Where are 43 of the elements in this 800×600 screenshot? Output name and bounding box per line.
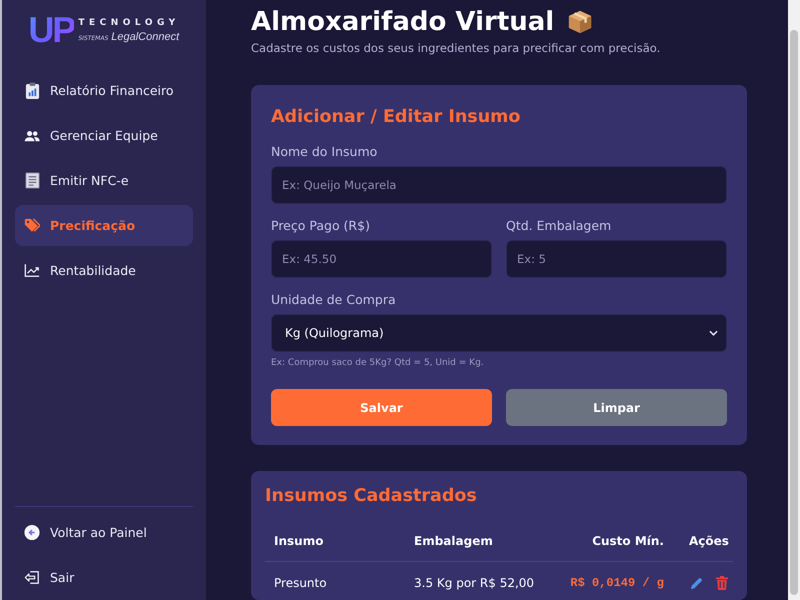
users-icon bbox=[24, 130, 40, 142]
pencil-icon bbox=[690, 576, 703, 590]
column-header: Ações bbox=[688, 533, 730, 550]
document-icon bbox=[24, 172, 40, 189]
section-title: Adicionar / Editar Insumo bbox=[271, 106, 522, 128]
clear-button[interactable]: Limpar bbox=[506, 389, 727, 426]
field-label: Qtd. Embalagem bbox=[506, 218, 612, 234]
chevron-down-icon bbox=[709, 330, 718, 336]
clipboard-chart-icon bbox=[24, 82, 40, 99]
sidebar-item[interactable]: Rentabilidade bbox=[15, 250, 193, 291]
delete-button[interactable] bbox=[716, 576, 728, 590]
sidebar-item[interactable]: Voltar ao Painel bbox=[15, 512, 193, 553]
tag-icon bbox=[24, 217, 40, 234]
page-title: Almoxarifado Virtual bbox=[251, 6, 554, 38]
sidebar-item[interactable]: Emitir NFC-e bbox=[15, 160, 193, 201]
table-cell-text: Presunto bbox=[273, 575, 328, 592]
hint-text: Ex: Comprou saco de 5Kg? Qtd = 5, Unid = Kg. bbox=[271, 357, 485, 370]
trash-icon bbox=[716, 576, 728, 590]
input-field[interactable]: Ex: Queijo Muçarela bbox=[271, 166, 727, 204]
box-icon bbox=[567, 9, 594, 35]
scrollbar-thumb[interactable] bbox=[790, 30, 798, 595]
column-header: Insumo bbox=[273, 533, 324, 550]
page-subtitle: Cadastre os custos dos seus ingredientes para precificar com precisão. bbox=[251, 40, 662, 56]
edit-button[interactable] bbox=[690, 576, 703, 590]
exit-icon bbox=[24, 570, 40, 585]
input-field[interactable]: Ex: 5 bbox=[506, 240, 727, 278]
sidebar-item[interactable]: Relatório Financeiro bbox=[15, 70, 193, 111]
table-cell-text: R$ 0,0149 / g bbox=[569, 575, 665, 592]
section-title: Insumos Cadastrados bbox=[265, 485, 478, 507]
column-header: Custo Mín. bbox=[591, 533, 665, 550]
line-chart-icon bbox=[24, 263, 40, 278]
field-label: Preço Pago (R$) bbox=[271, 218, 371, 234]
sidebar-item[interactable]: Gerenciar Equipe bbox=[15, 115, 193, 156]
field-label: Nome do Insumo bbox=[271, 144, 378, 160]
logo-name: TECNOLOGY bbox=[78, 18, 180, 28]
logo-product: LegalConnect bbox=[111, 30, 180, 42]
select-field[interactable]: Kg (Quilograma) bbox=[271, 314, 727, 352]
field-label: Unidade de Compra bbox=[271, 292, 397, 308]
sidebar-item[interactable]: Precificação bbox=[15, 205, 193, 246]
table-cell-text: 3.5 Kg por R$ 52,00 bbox=[413, 575, 536, 592]
input-field[interactable]: Ex: 45.50 bbox=[271, 240, 492, 278]
sidebar-item[interactable]: Sair bbox=[15, 557, 193, 598]
column-header: Embalagem bbox=[413, 533, 494, 550]
